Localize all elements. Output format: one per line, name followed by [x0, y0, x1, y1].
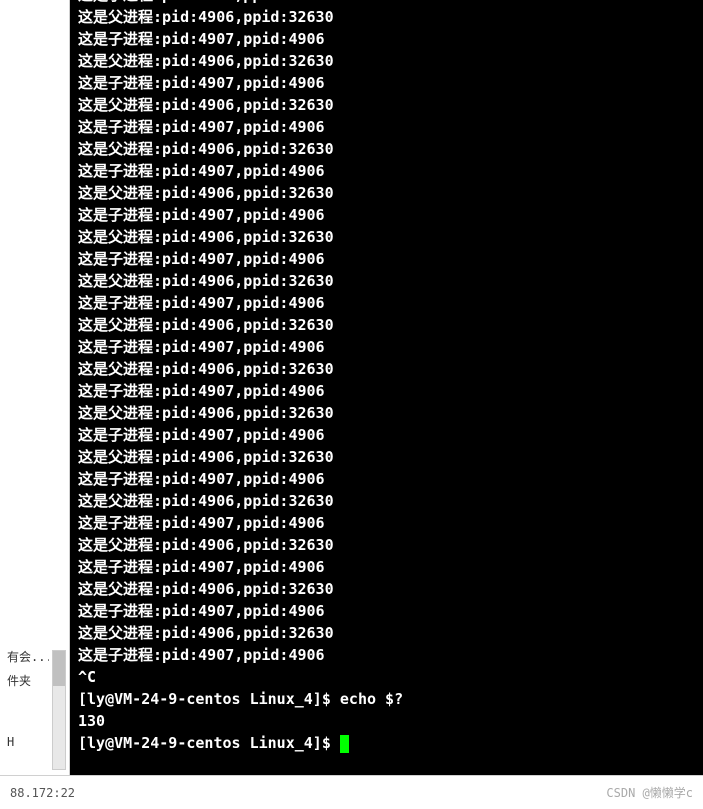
terminal-line: 这是子进程:pid:4907,ppid:4906: [78, 644, 695, 666]
terminal-cursor: [340, 735, 349, 753]
terminal-line: 这是父进程:pid:4906,ppid:32630: [78, 446, 695, 468]
terminal-prompt-1: [ly@VM-24-9-centos Linux_4]$ echo $?: [78, 688, 695, 710]
terminal-line: 这是子进程:pid:4907,ppid:4906: [78, 336, 695, 358]
terminal-line: 这是父进程:pid:4906,ppid:32630: [78, 226, 695, 248]
terminal-line: 这是子进程:pid:4907,ppid:4906: [78, 72, 695, 94]
terminal-prompt-text: [ly@VM-24-9-centos Linux_4]$: [78, 734, 340, 752]
status-ip: 88.172:22: [10, 786, 75, 800]
terminal-line: 这是子进程:pid:4907,ppid:4906: [78, 204, 695, 226]
terminal-line: 这是父进程:pid:4906,ppid:32630: [78, 534, 695, 556]
status-bar: 88.172:22 CSDN @懒懒学c: [0, 775, 703, 809]
terminal-line: 这是子进程:pid:4907,ppid:4906: [78, 556, 695, 578]
terminal-line: 这是子进程:pid:4907,ppid:4906: [78, 160, 695, 182]
sidebar-panel: 有会... 件夹 H: [0, 0, 70, 809]
sidebar-items: 有会... 件夹 H: [2, 645, 50, 753]
terminal-prompt-2[interactable]: [ly@VM-24-9-centos Linux_4]$: [78, 732, 695, 754]
terminal-line: 这是子进程:pid:4907,ppid:4906: [78, 248, 695, 270]
terminal-line: 这是父进程:pid:4906,ppid:32630: [78, 490, 695, 512]
terminal-line: 这是父进程:pid:4906,ppid:32630: [78, 270, 695, 292]
terminal-line: 这是父进程:pid:4906,ppid:32630: [78, 314, 695, 336]
terminal-line: 这是父进程:pid:4906,ppid:32630: [78, 578, 695, 600]
terminal-line: 这是父进程:pid:4906,ppid:32630: [78, 402, 695, 424]
terminal-line: 这是父进程:pid:4906,ppid:32630: [78, 182, 695, 204]
sidebar-scrollbar[interactable]: [52, 650, 66, 770]
terminal-line: 这是父进程:pid:4906,ppid:32630: [78, 622, 695, 644]
watermark-text: CSDN @懒懒学c: [606, 784, 693, 801]
sidebar-item-1[interactable]: 有会...: [2, 645, 50, 668]
terminal-line: 这是父进程:pid:4906,ppid:32630: [78, 50, 695, 72]
sidebar-scrollbar-thumb[interactable]: [53, 651, 65, 686]
terminal-line: 这是子进程:pid:4907,ppid:4906: [78, 424, 695, 446]
terminal-interrupt: ^C: [78, 666, 695, 688]
terminal-line: 这是父进程:pid:4906,ppid:32630: [78, 6, 695, 28]
sidebar-item-3[interactable]: H: [2, 732, 50, 752]
terminal-result: 130: [78, 710, 695, 732]
terminal-line: 这是子进程:pid:4907,ppid:4906: [78, 468, 695, 490]
terminal-line: 这是父进程:pid:4906,ppid:32630: [78, 138, 695, 160]
terminal-line: 这是子进程:pid:4907,ppid:4906: [78, 600, 695, 622]
terminal-lines-container: 这是父进程:pid:4906,ppid:32630这是子进程:pid:4907,…: [78, 6, 695, 666]
terminal-line: 这是子进程:pid:4907,ppid:4906: [78, 512, 695, 534]
terminal-line: 这是子进程:pid:4907,ppid:4906: [78, 116, 695, 138]
terminal-line: 这是父进程:pid:4906,ppid:32630: [78, 358, 695, 380]
terminal-line: 这是子进程:pid:4907,ppid:4906: [78, 292, 695, 314]
terminal-line: 这是父进程:pid:4906,ppid:32630: [78, 94, 695, 116]
terminal-line: 这是子进程:pid:4907,ppid:4906: [78, 28, 695, 50]
terminal-output[interactable]: 这是子进程:pid:4907,ppid:4906 这是父进程:pid:4906,…: [70, 0, 703, 775]
sidebar-item-2[interactable]: 件夹: [2, 669, 50, 692]
terminal-line: 这是子进程:pid:4907,ppid:4906: [78, 380, 695, 402]
